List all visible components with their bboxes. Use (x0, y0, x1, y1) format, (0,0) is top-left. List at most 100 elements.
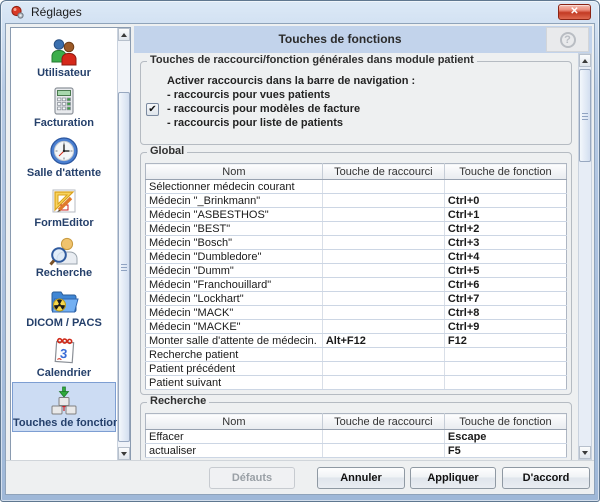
scroll-up-button[interactable] (579, 54, 591, 67)
cell-nom[interactable]: Médecin "BEST" (146, 222, 323, 236)
cell-raccourci[interactable] (322, 208, 444, 222)
cell-nom[interactable]: Médecin "Franchouillard" (146, 278, 323, 292)
cell-raccourci[interactable] (322, 194, 444, 208)
sidebar-scrollbar[interactable] (117, 28, 130, 460)
table-row[interactable]: Médecin "Franchouillard" Ctrl+6 (146, 278, 567, 292)
scrollbar-thumb[interactable] (118, 92, 130, 442)
column-header-nom[interactable]: Nom (146, 164, 323, 180)
cell-fonction[interactable]: F12 (444, 334, 566, 348)
table-row[interactable]: Effacer Escape (146, 430, 567, 444)
scroll-down-button[interactable] (579, 446, 591, 459)
sidebar-item-facturation[interactable]: Facturation (12, 82, 116, 132)
cell-raccourci[interactable] (322, 180, 444, 194)
defaults-button[interactable]: Défauts (209, 467, 295, 489)
cell-nom[interactable]: Patient suivant (146, 376, 323, 390)
cell-nom[interactable]: Médecin "Dumbledore" (146, 250, 323, 264)
cell-raccourci[interactable] (322, 250, 444, 264)
ok-button[interactable]: D'accord (502, 467, 590, 489)
apply-button[interactable]: Appliquer (410, 467, 496, 489)
cancel-button[interactable]: Annuler (317, 467, 405, 489)
cell-raccourci[interactable] (322, 264, 444, 278)
scroll-up-button[interactable] (118, 28, 130, 41)
sidebar-item-touches-de-fonction[interactable]: Touches de fonction (12, 382, 116, 432)
cell-fonction[interactable]: Ctrl+7 (444, 292, 566, 306)
cell-fonction[interactable]: Ctrl+9 (444, 320, 566, 334)
cell-fonction[interactable] (444, 180, 566, 194)
content-scrollbar[interactable] (578, 53, 592, 460)
sidebar-item-label: Salle d'attente (13, 167, 115, 179)
cell-nom[interactable]: Recherche patient (146, 348, 323, 362)
cell-fonction[interactable]: Escape (444, 430, 566, 444)
table-row[interactable]: Médecin "MACKE" Ctrl+9 (146, 320, 567, 334)
cell-raccourci[interactable]: Alt+F12 (322, 334, 444, 348)
cell-fonction[interactable]: Ctrl+0 (444, 194, 566, 208)
scroll-down-button[interactable] (118, 447, 130, 460)
table-row[interactable]: Médecin "Dumbledore" Ctrl+4 (146, 250, 567, 264)
table-row[interactable]: Patient suivant (146, 376, 567, 390)
table-row[interactable]: Recherche patient (146, 348, 567, 362)
cell-raccourci[interactable] (322, 278, 444, 292)
cell-nom[interactable]: Effacer (146, 430, 323, 444)
cell-nom[interactable]: Patient précédent (146, 362, 323, 376)
cell-raccourci[interactable] (322, 444, 444, 458)
cell-raccourci[interactable] (322, 362, 444, 376)
close-button[interactable]: ✕ (558, 4, 591, 20)
cell-nom[interactable]: Médecin "MACK" (146, 306, 323, 320)
table-row[interactable]: Sélectionner médecin courant (146, 180, 567, 194)
cell-nom[interactable]: actualiser (146, 444, 323, 458)
column-header-nom[interactable]: Nom (146, 414, 323, 430)
cell-fonction[interactable]: F5 (444, 444, 566, 458)
cell-fonction[interactable]: Ctrl+5 (444, 264, 566, 278)
cell-nom[interactable]: Médecin "Lockhart" (146, 292, 323, 306)
sidebar-item-salle-attente[interactable]: Salle d'attente (12, 132, 116, 182)
cell-fonction[interactable]: Ctrl+2 (444, 222, 566, 236)
cell-nom[interactable]: Médecin "Bosch" (146, 236, 323, 250)
cell-fonction[interactable] (444, 348, 566, 362)
table-row[interactable]: Médecin "Lockhart" Ctrl+7 (146, 292, 567, 306)
column-header-raccourci[interactable]: Touche de raccourci (322, 414, 444, 430)
column-header-raccourci[interactable]: Touche de raccourci (322, 164, 444, 180)
scrollbar-thumb[interactable] (579, 69, 591, 162)
cell-raccourci[interactable] (322, 236, 444, 250)
cell-fonction[interactable]: Ctrl+6 (444, 278, 566, 292)
users-icon (13, 33, 115, 67)
sidebar-item-dicom-pacs[interactable]: DICOM / PACS (12, 282, 116, 332)
table-row[interactable]: Médecin "Dumm" Ctrl+5 (146, 264, 567, 278)
cell-nom[interactable]: Médecin "Dumm" (146, 264, 323, 278)
cell-raccourci[interactable] (322, 222, 444, 236)
sidebar-item-utilisateur[interactable]: Utilisateur (12, 32, 116, 82)
cell-raccourci[interactable] (322, 430, 444, 444)
navbar-shortcuts-checkbox[interactable]: ✔ (146, 103, 159, 116)
cell-raccourci[interactable] (322, 376, 444, 390)
table-row[interactable]: actualiser F5 (146, 444, 567, 458)
table-row[interactable]: Patient précédent (146, 362, 567, 376)
cell-nom[interactable]: Médecin "ASBESTHOS" (146, 208, 323, 222)
help-button[interactable]: ? (546, 27, 589, 52)
cell-raccourci[interactable] (322, 348, 444, 362)
table-row[interactable]: Monter salle d'attente de médecin.Alt+F1… (146, 334, 567, 348)
column-header-fonction[interactable]: Touche de fonction (444, 414, 566, 430)
table-row[interactable]: Médecin "_Brinkmann" Ctrl+0 (146, 194, 567, 208)
sidebar-item-formeditor[interactable]: FormEditor (12, 182, 116, 232)
table-row[interactable]: Médecin "MACK" Ctrl+8 (146, 306, 567, 320)
cell-fonction[interactable] (444, 376, 566, 390)
cell-nom[interactable]: Sélectionner médecin courant (146, 180, 323, 194)
cell-raccourci[interactable] (322, 292, 444, 306)
cell-fonction[interactable] (444, 362, 566, 376)
cell-raccourci[interactable] (322, 306, 444, 320)
cell-fonction[interactable]: Ctrl+3 (444, 236, 566, 250)
cell-fonction[interactable]: Ctrl+8 (444, 306, 566, 320)
table-row[interactable]: Médecin "Bosch" Ctrl+3 (146, 236, 567, 250)
sidebar-item-calendrier[interactable]: 3 Calendrier (12, 332, 116, 382)
column-header-fonction[interactable]: Touche de fonction (444, 164, 566, 180)
cell-fonction[interactable]: Ctrl+1 (444, 208, 566, 222)
sidebar-item-recherche[interactable]: Recherche (12, 232, 116, 282)
cell-nom[interactable]: Médecin "MACKE" (146, 320, 323, 334)
title-bar[interactable]: Réglages ✕ (1, 1, 599, 23)
cell-nom[interactable]: Médecin "_Brinkmann" (146, 194, 323, 208)
cell-nom[interactable]: Monter salle d'attente de médecin. (146, 334, 323, 348)
cell-fonction[interactable]: Ctrl+4 (444, 250, 566, 264)
cell-raccourci[interactable] (322, 320, 444, 334)
table-row[interactable]: Médecin "ASBESTHOS" Ctrl+1 (146, 208, 567, 222)
table-row[interactable]: Médecin "BEST" Ctrl+2 (146, 222, 567, 236)
